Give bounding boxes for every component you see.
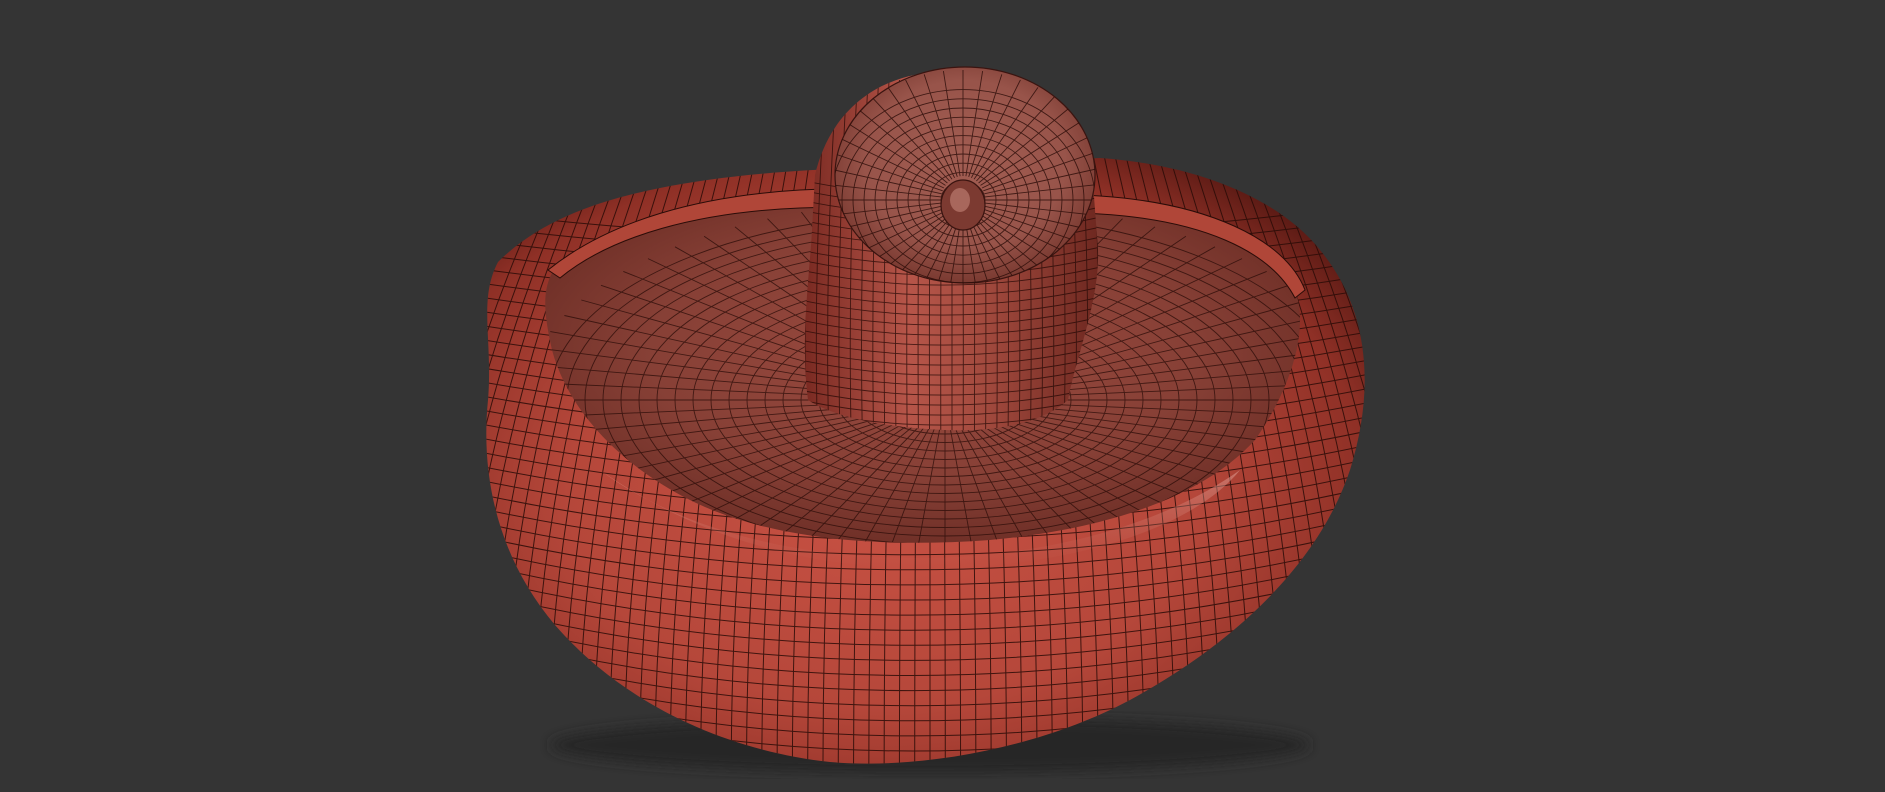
3d-viewport[interactable] xyxy=(0,0,1885,792)
mushroom-model[interactable] xyxy=(0,0,1885,792)
